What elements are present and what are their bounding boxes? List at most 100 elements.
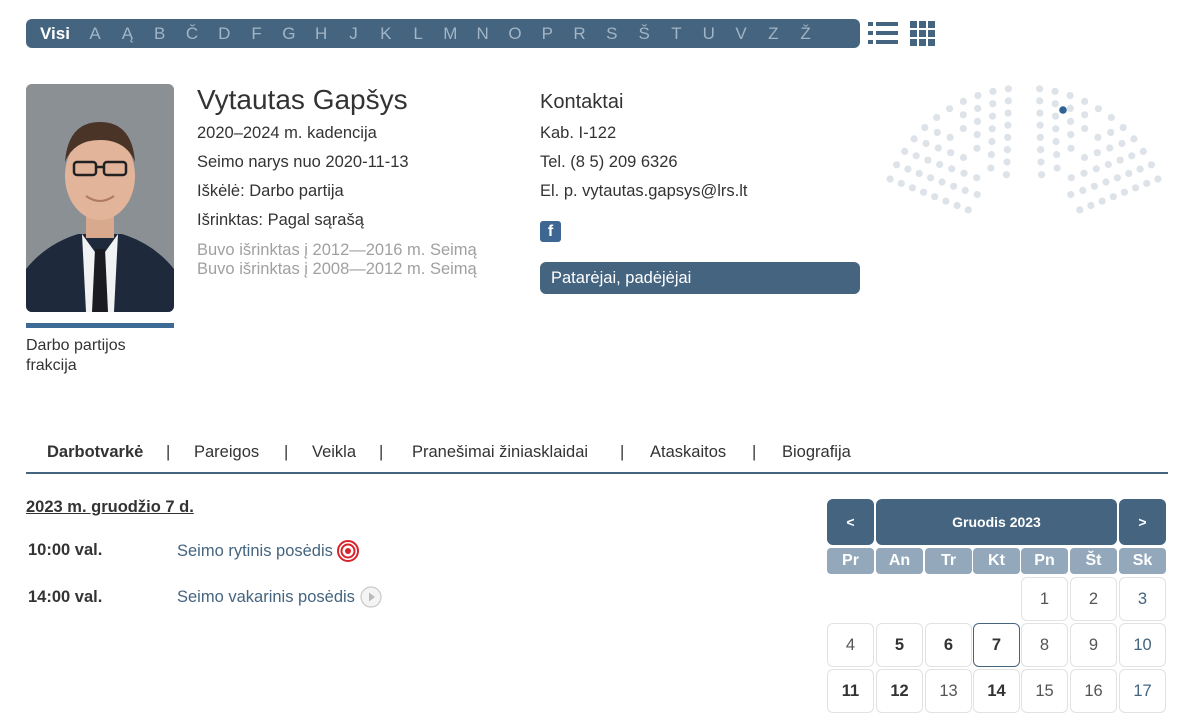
fraction-name[interactable]: Darbo partijos frakcija — [26, 336, 176, 376]
tab-separator: | — [620, 443, 625, 461]
grid-view-icon[interactable] — [908, 19, 938, 47]
calendar-day[interactable]: 6 — [925, 623, 972, 667]
tab-darbotvarke[interactable]: Darbotvarkė — [47, 443, 143, 462]
agenda-event[interactable]: Seimo rytinis posėdis — [177, 540, 359, 562]
alphabet-letter[interactable]: S — [596, 24, 628, 44]
calendar-day[interactable]: 3 — [1119, 577, 1166, 621]
calendar-prev-button[interactable]: < — [827, 499, 874, 545]
calendar-day[interactable]: 15 — [1021, 669, 1068, 713]
tab-pranesimai[interactable]: Pranešimai žiniasklaidai — [412, 443, 588, 462]
weekday-label: Kt — [973, 548, 1020, 574]
tab-veikla[interactable]: Veikla — [312, 443, 356, 462]
alphabet-letter[interactable]: G — [273, 24, 305, 44]
calendar-day[interactable]: 12 — [876, 669, 923, 713]
calendar-day[interactable]: 16 — [1070, 669, 1117, 713]
alphabet-letter[interactable]: F — [240, 24, 272, 44]
seat-dot — [974, 92, 982, 100]
alphabet-letter[interactable]: M — [434, 24, 466, 44]
calendar-day[interactable]: 9 — [1070, 623, 1117, 667]
alphabet-letter[interactable]: K — [370, 24, 402, 44]
alphabet-letter[interactable]: R — [563, 24, 595, 44]
calendar-day[interactable]: 13 — [925, 669, 972, 713]
nominated-by-text: Iškėlė: Darbo partija — [197, 182, 344, 200]
calendar-day[interactable]: 5 — [876, 623, 923, 667]
seat-dot — [1094, 133, 1102, 141]
seat-dot — [1036, 133, 1044, 141]
alphabet-letter[interactable]: N — [467, 24, 499, 44]
party-color-bar — [26, 323, 174, 328]
phone-text: Tel. (8 5) 209 6326 — [540, 153, 678, 171]
email-text[interactable]: El. p. vytautas.gapsys@lrs.lt — [540, 182, 748, 201]
calendar-day[interactable]: 17 — [1119, 669, 1166, 713]
alphabet-letter[interactable]: Š — [628, 24, 660, 44]
calendar-day[interactable]: 2 — [1070, 577, 1117, 621]
seat-dot — [987, 164, 995, 172]
agenda-event[interactable]: Seimo vakarinis posėdis — [177, 586, 382, 608]
seat-dot — [1002, 171, 1010, 179]
alphabet-letter[interactable]: T — [660, 24, 692, 44]
seat-dot — [1087, 201, 1095, 210]
seat-dot — [1066, 104, 1074, 112]
alphabet-letter[interactable]: D — [208, 24, 240, 44]
calendar-next-button[interactable]: > — [1119, 499, 1166, 545]
calendar-day[interactable]: 10 — [1119, 623, 1166, 667]
calendar-day-selected[interactable]: 7 — [973, 623, 1020, 667]
alphabet-all[interactable]: Visi — [40, 24, 70, 44]
alphabet-letter[interactable]: L — [402, 24, 434, 44]
alphabet-letter[interactable]: U — [693, 24, 725, 44]
seat-dot — [973, 144, 981, 152]
mp-portrait — [26, 84, 174, 312]
seat-dot — [988, 137, 996, 146]
previous-term-link[interactable]: Buvo išrinktas į 2012—2016 m. Seimą — [197, 241, 477, 260]
tab-pareigos[interactable]: Pareigos — [194, 443, 259, 462]
list-view-icon[interactable] — [868, 19, 898, 47]
seat-dot — [942, 197, 950, 205]
seat-dot — [1052, 137, 1060, 146]
event-time: 10:00 val. — [28, 541, 103, 559]
seat-dot — [922, 139, 930, 148]
event-time: 14:00 val. — [28, 588, 103, 606]
calendar-day[interactable]: 1 — [1021, 577, 1068, 621]
seat-dot — [936, 160, 944, 169]
alphabet-letter[interactable]: J — [337, 24, 369, 44]
seat-dot — [1139, 147, 1147, 155]
alphabet-letter[interactable]: Z — [757, 24, 789, 44]
seat-dot — [1081, 111, 1089, 119]
alphabet-letter[interactable]: Ą — [111, 24, 143, 44]
target-icon — [336, 540, 359, 562]
seat-dot — [973, 131, 981, 139]
alphabet-letter[interactable]: P — [531, 24, 563, 44]
alphabet-letter[interactable]: Ž — [789, 24, 821, 44]
event-title[interactable]: Seimo vakarinis posėdis — [177, 588, 355, 607]
alphabet-letter[interactable]: V — [725, 24, 757, 44]
seat-dot — [910, 135, 918, 143]
contacts-title: Kontaktai — [540, 91, 624, 113]
seat-dot — [927, 174, 935, 182]
seat-dot — [931, 193, 939, 201]
calendar-day[interactable]: 11 — [827, 669, 874, 713]
tab-separator: | — [379, 443, 384, 461]
facebook-icon[interactable]: f — [540, 221, 561, 242]
tab-ataskaitos[interactable]: Ataskaitos — [650, 443, 726, 462]
seat-dot — [1004, 85, 1012, 93]
tab-biografija[interactable]: Biografija — [782, 443, 851, 462]
seat-dot — [988, 125, 996, 133]
seat-dot — [1120, 188, 1128, 196]
advisors-button[interactable]: Patarėjai, padėjėjai — [540, 262, 860, 294]
previous-term-link[interactable]: Buvo išrinktas į 2008—2012 m. Seimą — [197, 260, 477, 279]
seat-dot — [987, 151, 995, 159]
calendar-day[interactable]: 4 — [827, 623, 874, 667]
seat-dot — [960, 169, 968, 177]
seat-dot — [959, 153, 968, 162]
event-title[interactable]: Seimo rytinis posėdis — [177, 542, 333, 561]
seat-dot — [1080, 153, 1089, 162]
alphabet-letter[interactable]: O — [499, 24, 531, 44]
seat-dot — [1053, 164, 1061, 172]
alphabet-letter[interactable]: B — [144, 24, 176, 44]
alphabet-letter[interactable]: A — [79, 24, 111, 44]
seat-dot — [897, 179, 905, 187]
calendar-day[interactable]: 14 — [973, 669, 1020, 713]
alphabet-letter[interactable]: H — [305, 24, 337, 44]
alphabet-letter[interactable]: Č — [176, 24, 208, 44]
calendar-day[interactable]: 8 — [1021, 623, 1068, 667]
